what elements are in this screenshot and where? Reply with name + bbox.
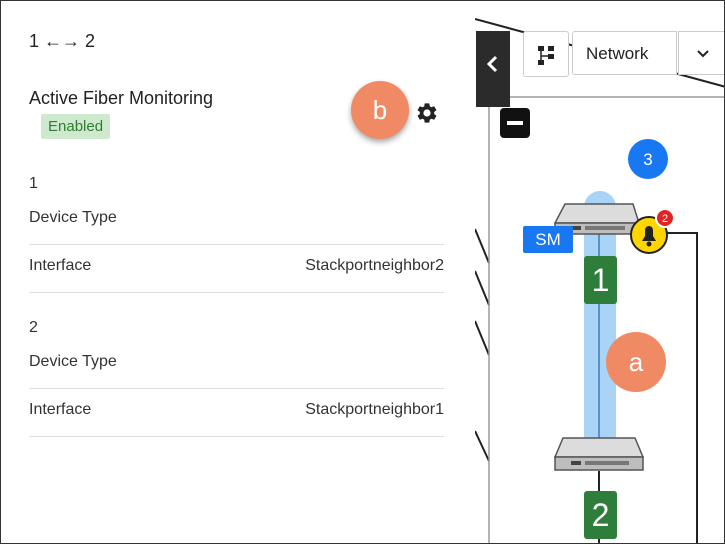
switch-icon[interactable] [553, 437, 645, 471]
topology-link-line [475, 228, 490, 264]
topology-link-line [475, 430, 490, 462]
callout-b: b [351, 81, 409, 139]
status-badge: Enabled [41, 114, 111, 139]
interface-label: Interface [29, 257, 92, 274]
screenshot-frame: 1 ←→ 2 Active Fiber Monitoring Enabled b… [0, 0, 725, 544]
chevron-left-icon [486, 55, 498, 73]
interface-label: Interface [29, 401, 92, 418]
topology-canvas[interactable]: 3 2 SM 1 a 2 [475, 1, 725, 544]
network-dropdown-toggle[interactable] [678, 31, 724, 75]
device-type-label: Device Type [29, 353, 117, 370]
interface-row-1: Interface Stackportneighbor2 [29, 245, 444, 293]
sm-label: SM [535, 230, 561, 249]
node-number-2: 2 [592, 497, 610, 533]
topology-link-line [475, 270, 490, 306]
link-title: 1 ←→ 2 [29, 31, 96, 51]
callout-a-label: a [629, 347, 644, 377]
network-select[interactable]: Network [572, 31, 677, 75]
alert-count: 2 [662, 213, 668, 225]
device-type-label: Device Type [29, 209, 117, 226]
link-detail-panel: 1 ←→ 2 Active Fiber Monitoring Enabled b… [1, 1, 475, 543]
topology-link-line [475, 320, 490, 356]
afm-title: Active Fiber Monitoring [29, 88, 214, 108]
gear-icon[interactable] [415, 101, 439, 125]
topology-icon [538, 46, 554, 65]
chevron-down-icon [697, 50, 709, 58]
interface-row-2: Interface Stackportneighbor1 [29, 389, 444, 437]
interface-value: Stackportneighbor2 [305, 257, 444, 274]
zoom-out-button[interactable] [500, 108, 530, 138]
section-heading-2: 2 [29, 319, 38, 336]
device-type-row-2: Device Type [29, 341, 444, 389]
device-type-row-1: Device Type [29, 197, 444, 245]
topology-link-line [665, 232, 698, 543]
minus-icon [500, 108, 530, 138]
collapse-panel-button[interactable] [476, 31, 510, 107]
group-count: 3 [643, 150, 652, 169]
topology-view-button[interactable] [523, 31, 569, 77]
section-heading-1: 1 [29, 175, 38, 192]
interface-value: Stackportneighbor1 [305, 401, 444, 418]
node-number-1: 1 [592, 262, 610, 298]
